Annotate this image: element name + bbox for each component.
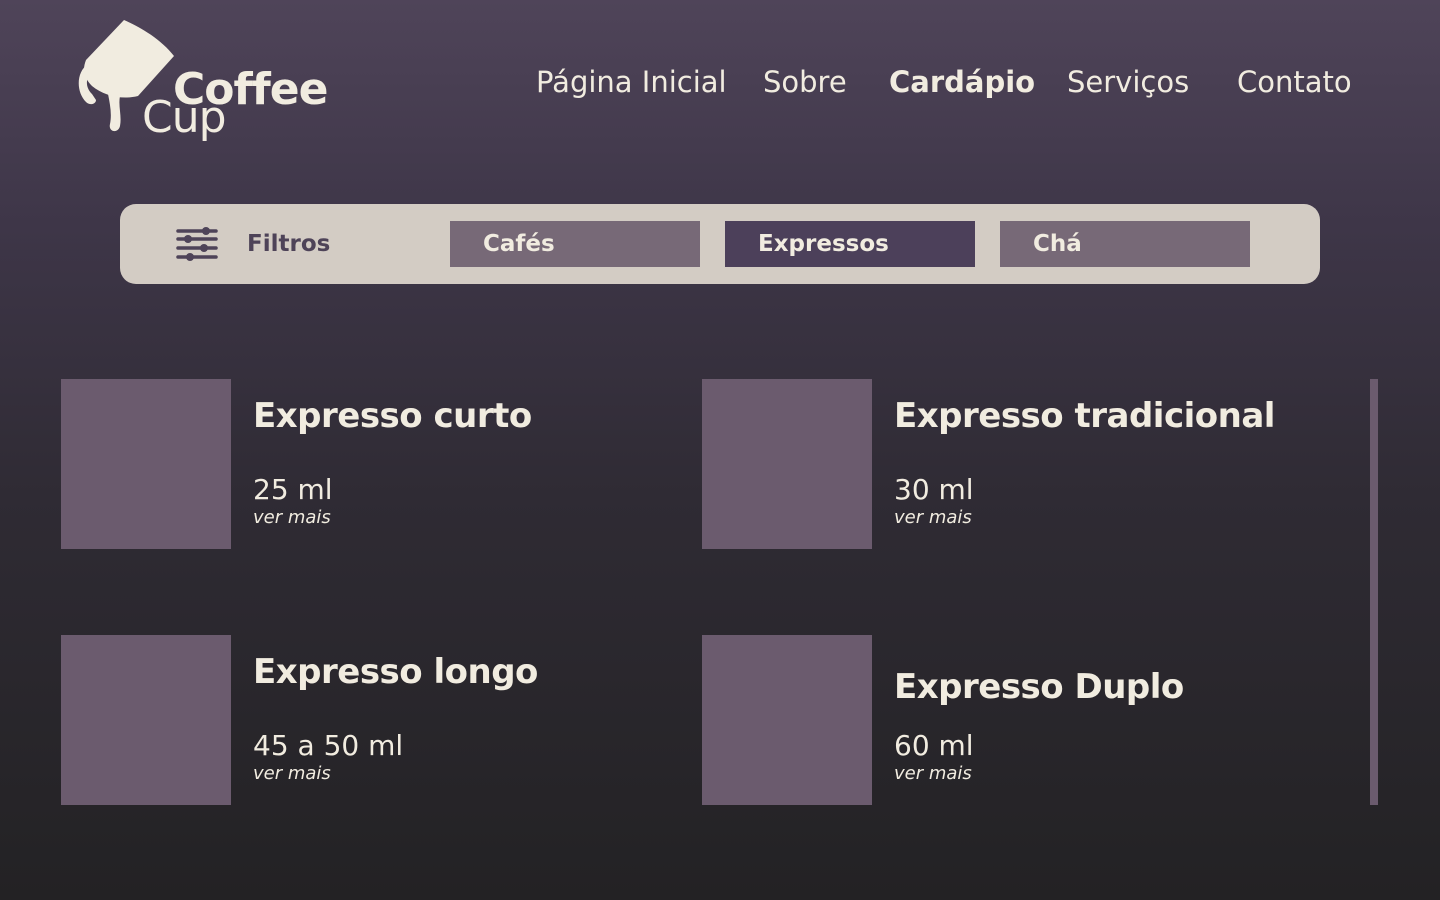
logo[interactable]: Coffee Cup	[78, 16, 348, 141]
product-volume: 25 ml	[253, 473, 333, 506]
filter-label: Filtros	[247, 231, 331, 257]
ver-mais-link[interactable]: ver mais	[894, 763, 972, 785]
product-card[interactable]: Expresso longo 45 a 50 ml ver mais	[61, 635, 661, 805]
product-image[interactable]	[61, 379, 231, 549]
filter-button-cha[interactable]: Chá	[1000, 221, 1250, 267]
ver-mais-link[interactable]: ver mais	[253, 763, 331, 785]
filter-button-expressos[interactable]: Expressos	[725, 221, 975, 267]
nav-item-cardapio[interactable]: Cardápio	[889, 62, 1035, 102]
product-image[interactable]	[702, 379, 872, 549]
product-name: Expresso Duplo	[894, 667, 1184, 707]
product-card[interactable]: Expresso Duplo 60 ml ver mais	[702, 635, 1302, 805]
nav-item-contato[interactable]: Contato	[1237, 62, 1352, 102]
filter-bar: Filtros Cafés Expressos Chá	[120, 204, 1320, 284]
filter-button-cafes[interactable]: Cafés	[450, 221, 700, 267]
product-name: Expresso tradicional	[894, 396, 1275, 436]
ver-mais-link[interactable]: ver mais	[894, 507, 972, 529]
product-volume: 45 a 50 ml	[253, 729, 404, 762]
nav-item-servicos[interactable]: Serviços	[1067, 62, 1189, 102]
nav-item-pagina-inicial[interactable]: Página Inicial	[536, 62, 727, 102]
product-image[interactable]	[61, 635, 231, 805]
scrollbar[interactable]	[1370, 379, 1378, 805]
sliders-icon[interactable]	[176, 226, 218, 262]
ver-mais-link[interactable]: ver mais	[253, 507, 331, 529]
product-image[interactable]	[702, 635, 872, 805]
product-volume: 30 ml	[894, 473, 974, 506]
product-name: Expresso curto	[253, 396, 532, 436]
product-name: Expresso longo	[253, 652, 538, 692]
nav-item-sobre[interactable]: Sobre	[763, 62, 847, 102]
brand-name-cup: Cup	[142, 92, 227, 143]
product-card[interactable]: Expresso curto 25 ml ver mais	[61, 379, 661, 549]
product-volume: 60 ml	[894, 729, 974, 762]
product-card[interactable]: Expresso tradicional 30 ml ver mais	[702, 379, 1302, 549]
